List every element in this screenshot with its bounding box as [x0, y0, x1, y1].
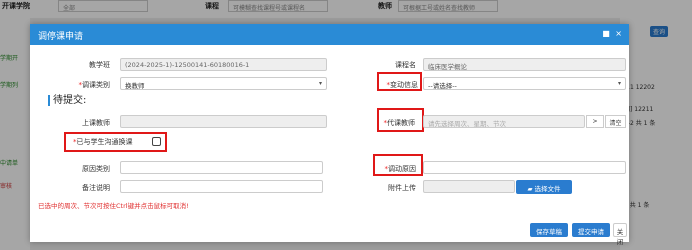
chevron-down-icon: ▾: [617, 80, 621, 87]
remark-input[interactable]: [120, 180, 323, 193]
section-title: 待提交:: [48, 95, 86, 106]
remark-label: 备注说明: [82, 184, 110, 192]
change-info-select[interactable]: --请选择-- ▾: [423, 77, 626, 90]
substitute-teacher-input[interactable]: 请先选择周次、星期、节次: [423, 115, 585, 128]
maximize-icon[interactable]: ■: [602, 29, 610, 38]
attachment-field: [423, 180, 515, 193]
submit-button[interactable]: 提交申请: [572, 223, 610, 237]
substitute-label: *代课教师: [383, 119, 416, 127]
close-button[interactable]: 关 闭: [613, 223, 627, 246]
reason-type-label: 原因类别: [82, 165, 110, 173]
teacher-field: [120, 115, 327, 128]
save-draft-button[interactable]: 保存草稿: [530, 223, 568, 237]
close-icon[interactable]: ×: [615, 29, 622, 38]
dialog-title: 调停课申请: [38, 32, 84, 42]
warning-text: 已选中的周次、节次可按住Ctrl键并点击鼠标可取消!: [38, 202, 189, 210]
substitute-select-button[interactable]: >: [586, 115, 604, 128]
course-name-field: 临床医学概论: [423, 58, 626, 71]
communicated-label: *已与学生沟通换课: [73, 138, 133, 146]
adjust-reason-label: *调动原因: [384, 165, 417, 173]
class-label: 教学班: [89, 61, 110, 69]
chevron-down-icon: ▾: [318, 80, 322, 87]
dialog-header: 调停课申请 ■ ×: [30, 24, 629, 45]
choose-file-button[interactable]: ▰ 选择文件: [516, 180, 572, 194]
teacher-label: 上课教师: [82, 119, 110, 127]
folder-icon: ▰: [527, 185, 535, 193]
adjust-reason-input[interactable]: [423, 161, 626, 174]
adjust-course-dialog: 调停课申请 ■ × 教学班 (2024-2025-1)-12500141-601…: [30, 24, 629, 246]
reason-type-input[interactable]: [120, 161, 323, 174]
class-field: (2024-2025-1)-12500141-60180016-1: [120, 58, 327, 71]
course-name-label: 课程名: [395, 61, 416, 69]
communicated-checkbox[interactable]: [152, 137, 161, 146]
attachment-label: 附件上传: [388, 184, 416, 192]
change-info-label: *变动信息: [386, 81, 419, 89]
adjust-type-label: *调课类别: [78, 81, 111, 89]
substitute-clear-button[interactable]: 清空: [605, 115, 626, 128]
adjust-type-select[interactable]: 换教师 ▾: [120, 77, 327, 90]
